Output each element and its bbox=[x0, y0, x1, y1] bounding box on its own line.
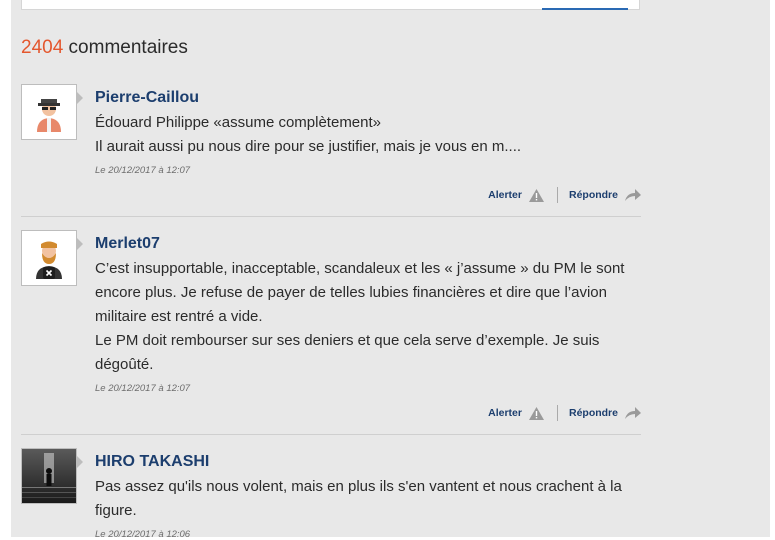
comment-date: Le 20/12/2017 à 12:06 bbox=[95, 529, 191, 540]
alert-label: Alerter bbox=[488, 407, 522, 419]
comment-date: Le 20/12/2017 à 12:07 bbox=[95, 165, 191, 176]
actions-separator bbox=[556, 405, 558, 421]
comments-count: 2404 bbox=[21, 37, 64, 58]
page-edge bbox=[770, 0, 775, 537]
actions-separator bbox=[556, 187, 558, 203]
comment-divider bbox=[21, 216, 641, 217]
submit-button-edge[interactable] bbox=[542, 8, 628, 10]
avatar[interactable] bbox=[21, 448, 77, 504]
comments-count-label: commentaires bbox=[63, 37, 188, 58]
alert-button[interactable]: Alerter bbox=[488, 406, 544, 420]
comment-actions: Alerter Répondre bbox=[488, 187, 641, 203]
bearded-man-avatar-icon bbox=[22, 231, 76, 285]
alert-label: Alerter bbox=[488, 189, 522, 201]
comment-body: C’est insupportable, inacceptable, scand… bbox=[95, 257, 641, 377]
avatar[interactable] bbox=[21, 230, 77, 286]
reply-label: Répondre bbox=[568, 189, 618, 201]
reply-button[interactable]: Répondre bbox=[569, 407, 641, 419]
comment-item: HIRO TAKASHI Pas assez qu'ils nous volen… bbox=[21, 448, 641, 540]
avatar-pointer bbox=[77, 238, 83, 250]
comment-author[interactable]: Merlet07 bbox=[95, 235, 160, 253]
spy-avatar-icon bbox=[22, 85, 76, 139]
warning-icon bbox=[528, 406, 544, 420]
reply-arrow-icon bbox=[625, 189, 641, 201]
comment-form-bottom bbox=[21, 0, 640, 10]
warning-icon bbox=[528, 188, 544, 202]
comment-item: Merlet07 C’est insupportable, inacceptab… bbox=[21, 230, 641, 434]
comment-body: Pas assez qu'ils nous volent, mais en pl… bbox=[95, 475, 641, 523]
comment-line: Le PM doit rembourser sur ses deniers et… bbox=[95, 332, 600, 373]
reply-arrow-icon bbox=[625, 407, 641, 419]
comment-date: Le 20/12/2017 à 12:07 bbox=[95, 383, 191, 394]
comment-divider bbox=[21, 434, 641, 435]
avatar[interactable] bbox=[21, 84, 77, 140]
reply-button[interactable]: Répondre bbox=[569, 189, 641, 201]
comment-author[interactable]: HIRO TAKASHI bbox=[95, 453, 209, 471]
alert-button[interactable]: Alerter bbox=[488, 188, 544, 202]
comment-body: Édouard Philippe «assume complètement» I… bbox=[95, 111, 641, 159]
comments-count-title: 2404 commentaires bbox=[21, 37, 188, 59]
comment-actions: Alerter Répondre bbox=[488, 405, 641, 421]
avatar-pointer bbox=[77, 92, 83, 104]
reply-label: Répondre bbox=[568, 407, 618, 419]
photo-avatar-icon bbox=[22, 449, 76, 503]
avatar-pointer bbox=[77, 456, 83, 468]
comment-line: C’est insupportable, inacceptable, scand… bbox=[95, 260, 625, 325]
comment-author[interactable]: Pierre-Caillou bbox=[95, 89, 199, 107]
comment-item: Pierre-Caillou Édouard Philippe «assume … bbox=[21, 84, 641, 216]
comment-line: Il aurait aussi pu nous dire pour se jus… bbox=[95, 138, 522, 155]
comment-line: Pas assez qu'ils nous volent, mais en pl… bbox=[95, 478, 622, 519]
comment-line: Édouard Philippe «assume complètement» bbox=[95, 114, 382, 131]
